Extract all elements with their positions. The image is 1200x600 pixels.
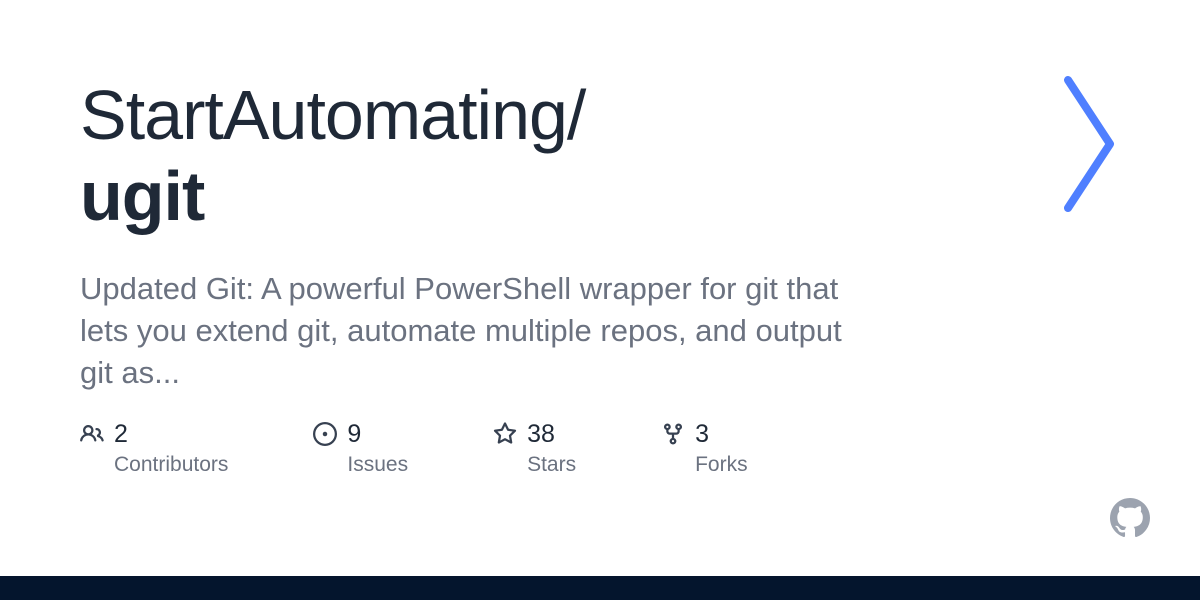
repo-card: StartAutomating/ ugit Updated Git: A pow… [0, 0, 1200, 477]
repo-owner: StartAutomating/ [80, 76, 585, 154]
repo-forked-icon [661, 422, 685, 446]
bottom-accent-bar [0, 576, 1200, 600]
forks-value: 3 [695, 420, 709, 449]
stat-issues: 9 Issues [313, 420, 408, 477]
github-logo-icon [1110, 498, 1150, 538]
issues-label: Issues [347, 453, 408, 477]
stat-forks: 3 Forks [661, 420, 748, 477]
stats-row: 2 Contributors 9 Issues 38 Stars [80, 420, 1120, 477]
stars-value: 38 [527, 420, 555, 449]
repo-name: ugit [80, 156, 880, 237]
contributors-value: 2 [114, 420, 128, 449]
issues-value: 9 [347, 420, 361, 449]
contributors-label: Contributors [114, 453, 228, 477]
stars-label: Stars [527, 453, 576, 477]
star-icon [493, 422, 517, 446]
chevron-right-icon [1062, 72, 1122, 216]
forks-label: Forks [695, 453, 748, 477]
issue-opened-icon [313, 422, 337, 446]
repo-title: StartAutomating/ ugit [80, 75, 880, 236]
repo-description: Updated Git: A powerful PowerShell wrapp… [80, 268, 860, 394]
stat-contributors: 2 Contributors [80, 420, 228, 477]
stat-stars: 38 Stars [493, 420, 576, 477]
people-icon [80, 422, 104, 446]
